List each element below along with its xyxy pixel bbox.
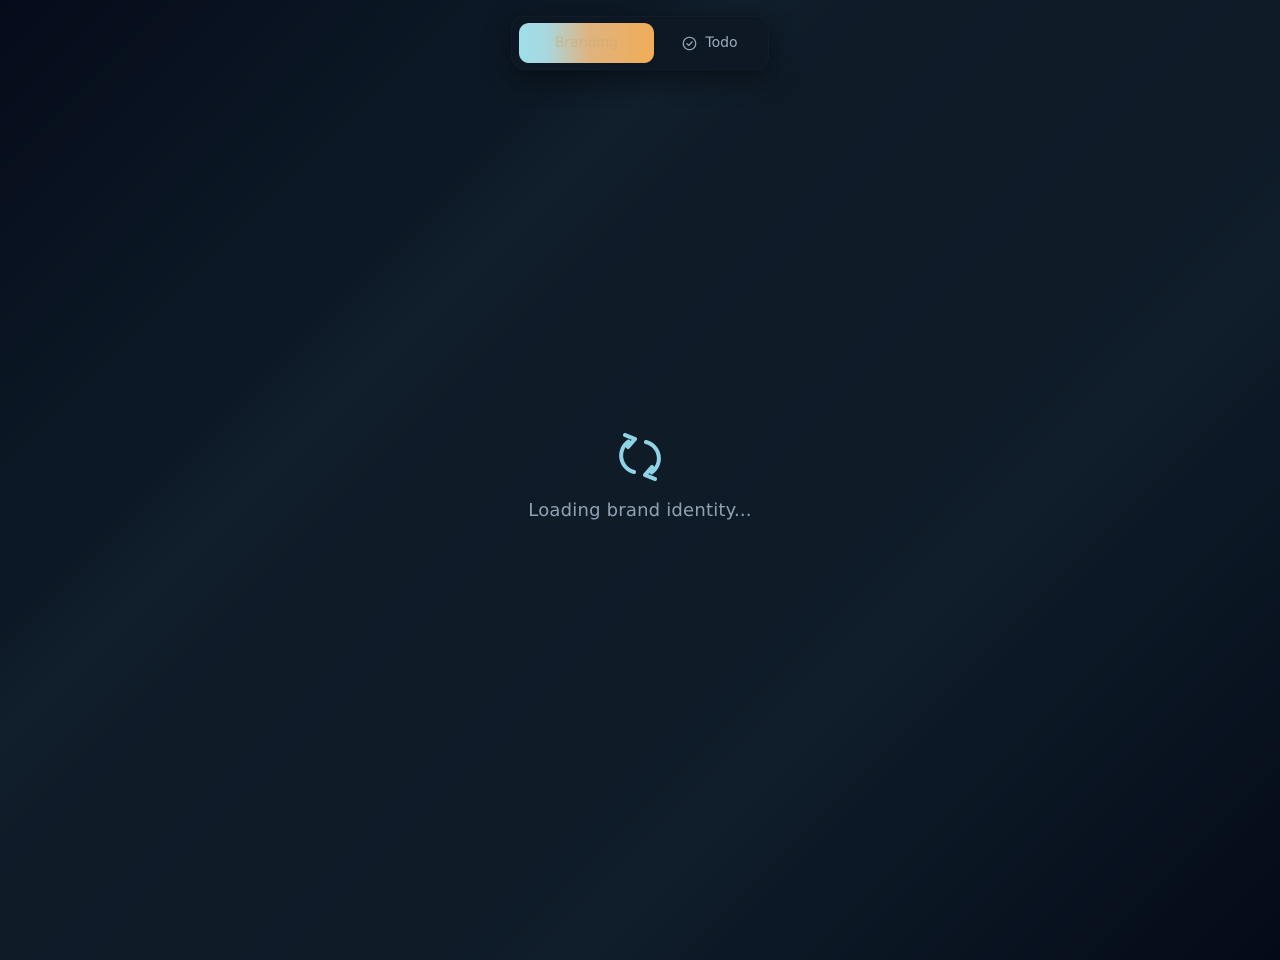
tab-branding[interactable]: Branding [519, 23, 654, 63]
tab-todo-label: Todo [705, 35, 738, 51]
tab-todo[interactable]: Todo [660, 23, 760, 63]
top-tab-bar: Branding Todo [511, 16, 769, 70]
tab-branding-label: Branding [554, 35, 619, 51]
check-circle-icon [682, 36, 697, 51]
loading-indicator: Loading brand identity... [0, 430, 1280, 521]
loading-message: Loading brand identity... [528, 500, 752, 521]
refresh-icon [619, 433, 661, 481]
